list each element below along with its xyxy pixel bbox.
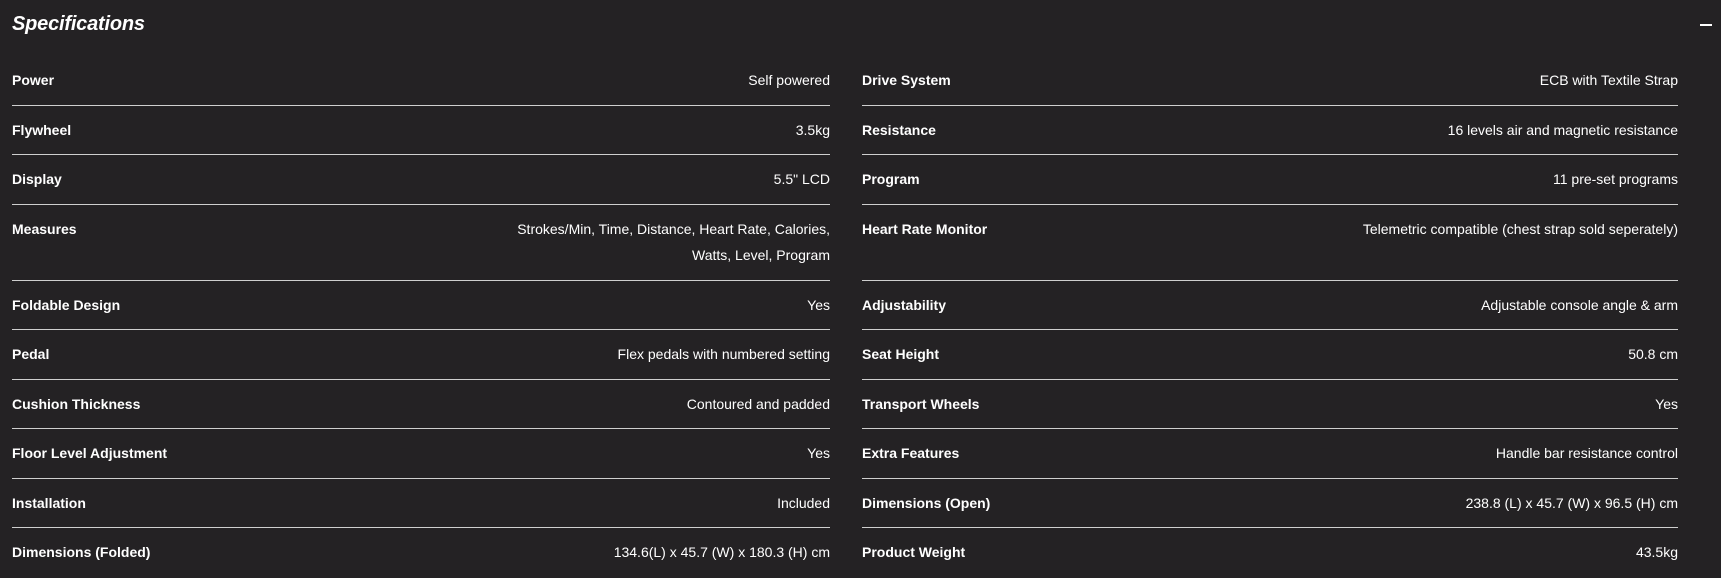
spec-label: Power: [12, 72, 55, 88]
spec-value: Handle bar resistance control: [1495, 445, 1678, 461]
spec-row-dimensions-folded: Dimensions (Folded) 134.6(L) x 45.7 (W) …: [12, 528, 830, 578]
spec-label: Pedal: [12, 346, 50, 362]
spec-row-adjustability: Adjustability Adjustable console angle &…: [862, 281, 1678, 330]
spec-label: Measures: [12, 220, 77, 237]
section-title: Specifications: [12, 13, 145, 35]
spec-value: Strokes/Min, Time, Distance, Heart Rate,…: [517, 220, 830, 263]
spec-row-installation: Installation Included: [12, 479, 830, 528]
spec-label: Dimensions (Open): [862, 494, 991, 511]
spec-value: 50.8 cm: [1628, 346, 1678, 362]
spec-value: 43.5kg: [1635, 544, 1678, 560]
spec-value: 11 pre-set programs: [1552, 171, 1678, 187]
spec-value: Adjustable console angle & arm: [1481, 296, 1678, 313]
spec-row-pedal: Pedal Flex pedals with numbered setting: [12, 330, 830, 380]
spec-row-flywheel: Flywheel 3.5kg: [12, 106, 830, 155]
spec-value: ECB with Textile Strap: [1539, 72, 1678, 88]
spec-label: Product Weight: [862, 544, 966, 560]
spec-value: 134.6(L) x 45.7 (W) x 180.3 (H) cm: [613, 544, 830, 560]
spec-row-extra-features: Extra Features Handle bar resistance con…: [862, 429, 1678, 479]
spec-label: Drive System: [862, 72, 951, 88]
spec-label: Heart Rate Monitor: [862, 220, 988, 237]
spec-label: Dimensions (Folded): [12, 544, 151, 560]
spec-label: Installation: [12, 494, 86, 511]
spec-row-product-weight: Product Weight 43.5kg: [862, 528, 1678, 578]
spec-value: 5.5" LCD: [773, 171, 830, 187]
specs-right-column: Drive System ECB with Textile Strap Resi…: [862, 56, 1678, 578]
spec-label: Program: [862, 171, 920, 187]
spec-label: Display: [12, 171, 62, 187]
spec-label: Resistance: [862, 121, 936, 138]
spec-label: Seat Height: [862, 346, 940, 362]
spec-value: Self powered: [748, 72, 830, 88]
spec-value: Flex pedals with numbered setting: [617, 346, 830, 362]
spec-row-resistance: Resistance 16 levels air and magnetic re…: [862, 106, 1678, 155]
spec-value: 3.5kg: [795, 121, 830, 138]
spec-row-seat-height: Seat Height 50.8 cm: [862, 330, 1678, 380]
spec-value: Yes: [1655, 395, 1678, 412]
spec-value: 238.8 (L) x 45.7 (W) x 96.5 (H) cm: [1465, 494, 1678, 511]
spec-row-cushion-thickness: Cushion Thickness Contoured and padded: [12, 380, 830, 429]
spec-label: Floor Level Adjustment: [12, 445, 168, 461]
spec-label: Transport Wheels: [862, 395, 980, 412]
spec-row-dimensions-open: Dimensions (Open) 238.8 (L) x 45.7 (W) x…: [862, 479, 1678, 528]
spec-value: Included: [777, 494, 830, 511]
spec-value: 16 levels air and magnetic resistance: [1447, 121, 1678, 138]
spec-row-transport-wheels: Transport Wheels Yes: [862, 380, 1678, 429]
spec-value: Contoured and padded: [686, 395, 830, 412]
spec-row-display: Display 5.5" LCD: [12, 155, 830, 205]
spec-label: Extra Features: [862, 445, 960, 461]
spec-value: Telemetric compatible (chest strap sold …: [1362, 220, 1678, 237]
spec-row-heart-rate-monitor: Heart Rate Monitor Telemetric compatible…: [862, 205, 1678, 281]
spec-row-measures: Measures Strokes/Min, Time, Distance, He…: [12, 205, 830, 281]
specifications-header[interactable]: Specifications: [12, 0, 1712, 52]
spec-row-power: Power Self powered: [12, 56, 830, 106]
spec-value: Yes: [807, 445, 830, 461]
specs-left-column: Power Self powered Flywheel 3.5kg Displa…: [12, 56, 830, 578]
spec-row-floor-level-adjustment: Floor Level Adjustment Yes: [12, 429, 830, 479]
spec-value: Yes: [807, 296, 830, 313]
spec-label: Cushion Thickness: [12, 395, 141, 412]
minus-icon[interactable]: [1699, 12, 1713, 36]
spec-row-program: Program 11 pre-set programs: [862, 155, 1678, 205]
spec-label: Foldable Design: [12, 296, 121, 313]
spec-label: Flywheel: [12, 121, 72, 138]
spec-row-foldable-design: Foldable Design Yes: [12, 281, 830, 330]
spec-label: Adjustability: [862, 296, 947, 313]
spec-row-drive-system: Drive System ECB with Textile Strap: [862, 56, 1678, 106]
minus-icon-bar: [1700, 24, 1712, 26]
